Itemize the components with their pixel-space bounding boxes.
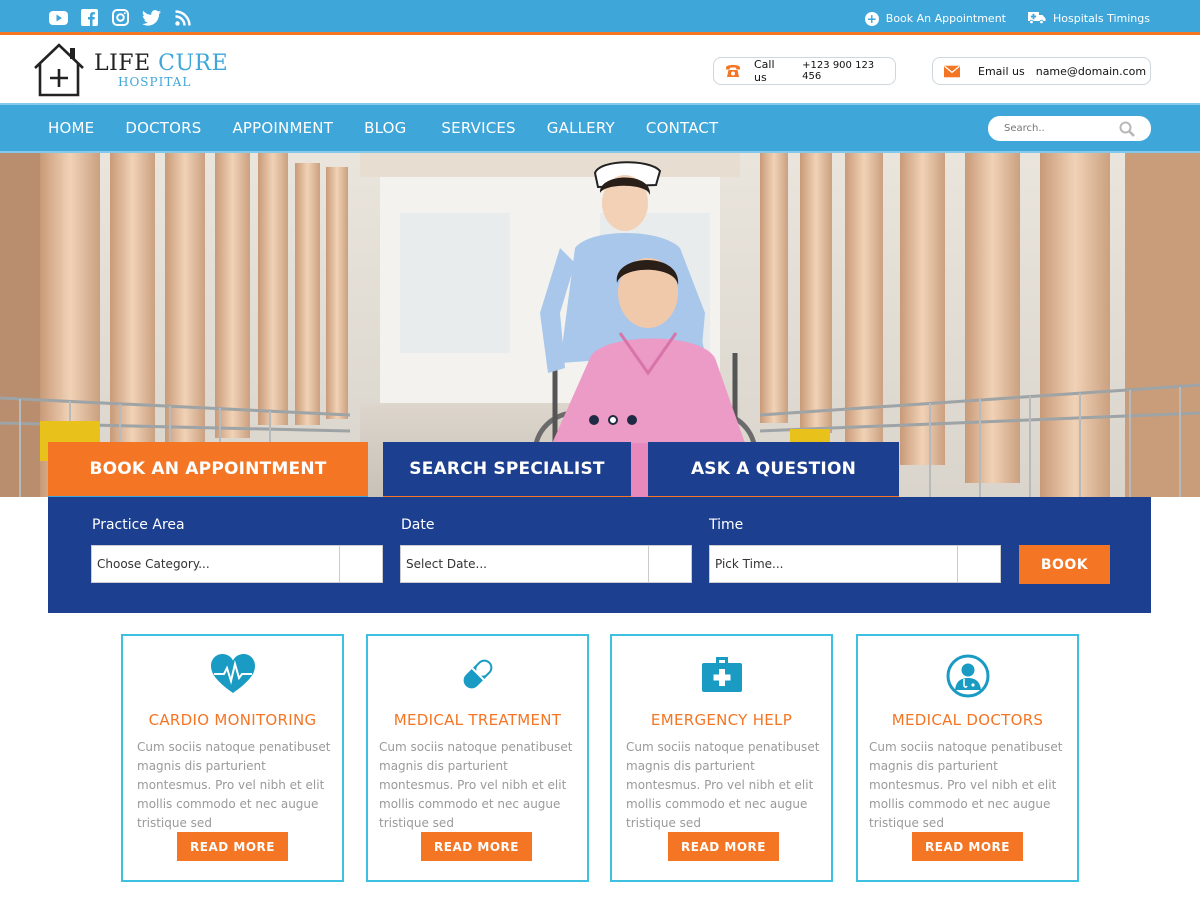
book-appointment-label: Book An Appointment: [885, 12, 1006, 25]
card-text: Cum sociis natoque penatibuset magnis di…: [626, 740, 820, 830]
book-button[interactable]: BOOK: [1019, 545, 1110, 584]
main-nav: HOME DOCTORS APPOINMENT BLOG SERVICES GA…: [0, 103, 1200, 153]
booking-form: Practice Area Choose Category... Date Se…: [48, 497, 1151, 613]
book-appointment-link[interactable]: + Book An Appointment: [864, 10, 1006, 27]
phone-icon: [725, 64, 741, 78]
top-links: + Book An Appointment Hospitals Timings: [864, 10, 1150, 27]
date-dropdown[interactable]: [649, 546, 691, 582]
hospital-timings-link[interactable]: Hospitals Timings: [1027, 10, 1150, 27]
call-us-label: Call us: [754, 58, 775, 84]
facebook-icon[interactable]: [80, 8, 99, 27]
youtube-icon[interactable]: [49, 8, 68, 27]
search-box: [988, 116, 1151, 141]
logo-title: LIFE CURE: [94, 53, 228, 75]
first-aid-kit-icon: [612, 654, 831, 692]
logo[interactable]: LIFE CURE HOSPITAL: [32, 42, 228, 102]
card-medical-treatment: MEDICAL TREATMENT Cum sociis natoque pen…: [366, 634, 589, 882]
nav-item-contact[interactable]: CONTACT: [646, 119, 719, 137]
read-more-button[interactable]: READ MORE: [668, 832, 779, 861]
rss-icon[interactable]: [173, 8, 192, 27]
email-us-label: Email us: [978, 64, 1025, 78]
envelope-icon: [944, 64, 960, 78]
card-title: CARDIO MONITORING: [148, 711, 317, 729]
social-links: [49, 8, 192, 27]
slider-dot-3[interactable]: [627, 415, 637, 425]
card-text: Cum sociis natoque penatibuset magnis di…: [137, 740, 331, 830]
practice-area-label: Practice Area: [92, 517, 185, 533]
nav-item-home[interactable]: HOME: [48, 119, 94, 137]
card-cardio-monitoring: CARDIO MONITORING Cum sociis natoque pen…: [121, 634, 344, 882]
nav-item-appoinment[interactable]: APPOINMENT: [232, 119, 333, 137]
nav-item-gallery[interactable]: GALLERY: [547, 119, 615, 137]
card-title: MEDICAL TREATMENT: [393, 711, 562, 729]
site-header: LIFE CURE HOSPITAL Call us +123 900 123 …: [0, 35, 1200, 103]
nav-item-blog[interactable]: BLOG: [364, 119, 406, 137]
phone-number: +123 900 123 456: [802, 60, 875, 82]
card-emergency-help: EMERGENCY HELP Cum sociis natoque penati…: [610, 634, 833, 882]
slider-dots: [589, 415, 637, 425]
email-address: name@domain.com: [1035, 64, 1147, 78]
date-value: Select Date...: [401, 546, 649, 582]
date-select[interactable]: Select Date...: [400, 545, 692, 583]
practice-area-dropdown[interactable]: [340, 546, 382, 582]
search-icon[interactable]: [1119, 121, 1135, 141]
card-title: EMERGENCY HELP: [650, 711, 793, 729]
email-us-pill[interactable]: Email us name@domain.com: [932, 57, 1151, 85]
hospital-timings-label: Hospitals Timings: [1052, 12, 1150, 25]
nav-item-services[interactable]: SERVICES: [441, 119, 515, 137]
nav-item-doctors[interactable]: DOCTORS: [125, 119, 201, 137]
logo-cure: CURE: [158, 51, 229, 76]
practice-area-select[interactable]: Choose Category...: [91, 545, 383, 583]
time-label: Time: [709, 517, 744, 533]
tab-search-specialist[interactable]: SEARCH SPECIALIST: [383, 442, 631, 500]
search-input[interactable]: [1004, 123, 1114, 134]
read-more-button[interactable]: READ MORE: [177, 832, 288, 861]
time-select[interactable]: Pick Time...: [709, 545, 1001, 583]
instagram-icon[interactable]: [111, 8, 130, 27]
ambulance-icon: [1027, 10, 1046, 27]
tab-ask-question[interactable]: ASK A QUESTION: [648, 442, 899, 500]
card-medical-doctors: MEDICAL DOCTORS Cum sociis natoque penat…: [856, 634, 1079, 882]
slider-dot-2[interactable]: [608, 415, 618, 425]
time-value: Pick Time...: [710, 546, 958, 582]
call-us-pill[interactable]: Call us +123 900 123 456: [713, 57, 896, 85]
doctor-icon: [858, 654, 1077, 698]
read-more-button[interactable]: READ MORE: [912, 832, 1023, 861]
logo-life: LIFE: [94, 51, 151, 76]
read-more-button[interactable]: READ MORE: [421, 832, 532, 861]
date-label: Date: [401, 517, 435, 533]
time-dropdown[interactable]: [958, 546, 1000, 582]
logo-subtitle: HOSPITAL: [118, 75, 192, 89]
twitter-icon[interactable]: [142, 8, 161, 27]
pill-icon: [368, 654, 587, 694]
card-title: MEDICAL DOCTORS: [891, 711, 1044, 729]
practice-area-value: Choose Category...: [92, 546, 340, 582]
house-plus-icon: [32, 42, 86, 102]
card-text: Cum sociis natoque penatibuset magnis di…: [379, 740, 573, 830]
card-text: Cum sociis natoque penatibuset magnis di…: [869, 740, 1063, 830]
heart-pulse-icon: [123, 654, 342, 694]
slider-dot-1[interactable]: [589, 415, 599, 425]
top-bar: + Book An Appointment Hospitals Timings: [0, 0, 1200, 35]
tab-book-appointment[interactable]: BOOK AN APPOINTMENT: [48, 442, 368, 500]
nav-menu: HOME DOCTORS APPOINMENT BLOG SERVICES GA…: [48, 119, 749, 137]
plus-circle-icon: +: [864, 11, 879, 26]
